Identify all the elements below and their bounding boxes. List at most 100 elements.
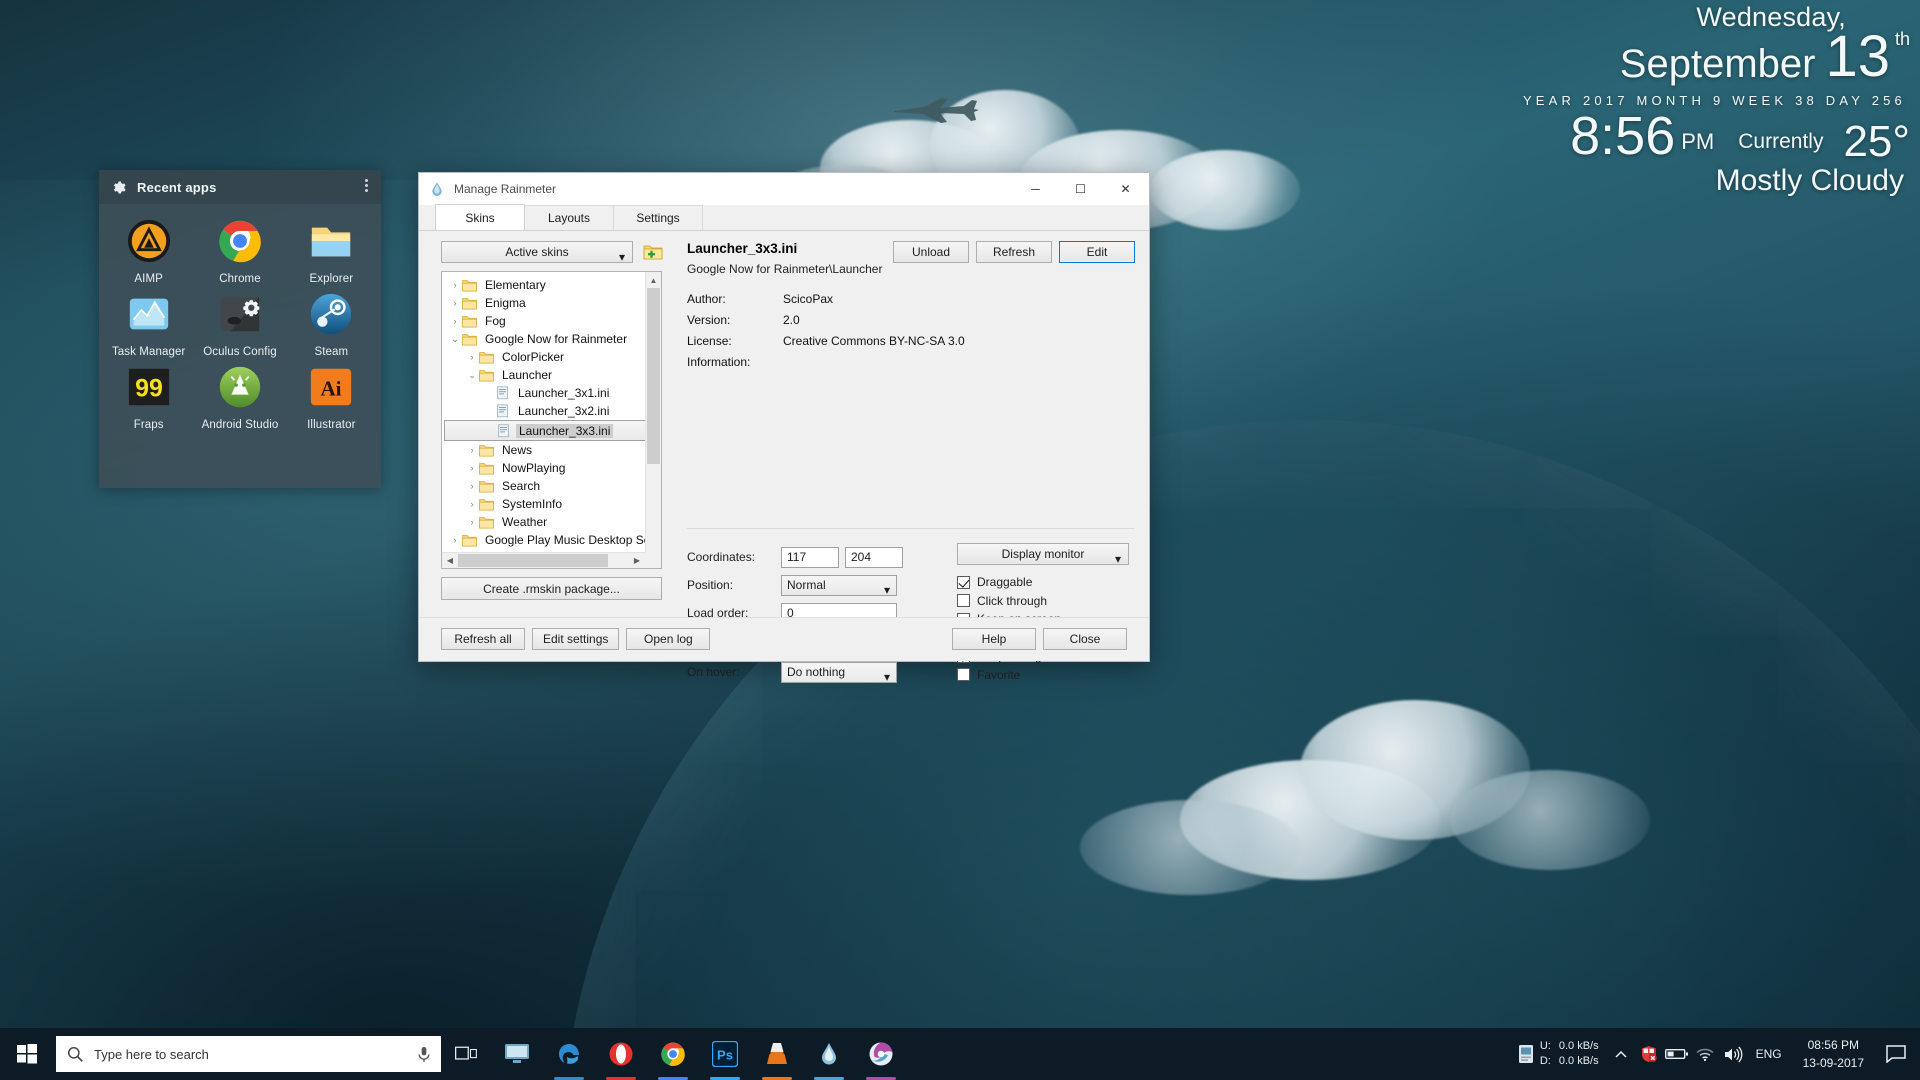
tree-expander-icon[interactable]: › xyxy=(448,535,462,545)
checkbox-favorite[interactable]: Favorite xyxy=(957,666,1129,685)
tree-expander-icon[interactable]: › xyxy=(465,445,479,455)
position-dropdown[interactable]: Normal ▾ xyxy=(781,574,897,597)
scrollbar-thumb[interactable] xyxy=(458,554,608,567)
on-hover-dropdown[interactable]: Do nothing ▾ xyxy=(781,661,897,684)
tree-expander-icon[interactable]: ⌄ xyxy=(465,370,479,381)
tree-item[interactable]: › Weather xyxy=(444,513,661,531)
skin-metadata-table: Author: ScicoPax Version: 2.0 License: C… xyxy=(687,288,1135,372)
display-monitor-button[interactable]: Display monitor ▾ xyxy=(957,543,1129,566)
tab-layouts[interactable]: Layouts xyxy=(524,205,614,230)
tree-item[interactable]: › Elementary xyxy=(444,276,661,294)
tree-expander-icon[interactable]: › xyxy=(448,298,462,308)
recent-app-chrome[interactable]: Chrome xyxy=(194,218,285,285)
microphone-icon[interactable] xyxy=(407,1046,441,1063)
tree-expander-icon[interactable]: › xyxy=(448,316,462,326)
scroll-right-icon[interactable]: ▶ xyxy=(629,556,645,565)
tree-item[interactable]: › News xyxy=(444,441,661,459)
maximize-button[interactable]: ☐ xyxy=(1058,173,1103,204)
tree-item[interactable]: › Google Play Music Desktop Song xyxy=(444,531,662,549)
scrollbar-thumb[interactable] xyxy=(647,288,660,464)
skin-filter-dropdown[interactable]: Active skins ▾ xyxy=(441,241,633,264)
start-button[interactable] xyxy=(0,1028,54,1080)
edit-settings-button[interactable]: Edit settings xyxy=(532,628,620,650)
tree-expander-icon[interactable]: › xyxy=(465,499,479,509)
tree-item[interactable]: › Search xyxy=(444,477,661,495)
refresh-button[interactable]: Refresh xyxy=(976,241,1052,263)
language-indicator[interactable]: ENG xyxy=(1747,1047,1791,1061)
skin-filter-value: Active skins xyxy=(505,245,569,259)
tab-settings[interactable]: Settings xyxy=(613,205,703,230)
tree-item[interactable]: Launcher_3x2.ini xyxy=(444,402,661,420)
coordinate-x-input[interactable]: 117 xyxy=(781,546,839,568)
tree-vertical-scrollbar[interactable]: ▲ xyxy=(645,272,661,552)
minimize-button[interactable]: ─ xyxy=(1013,173,1058,204)
close-dialog-button[interactable]: Close xyxy=(1043,628,1127,650)
taskbar-app-photoshop[interactable]: Ps xyxy=(699,1028,751,1080)
tree-item-label: Google Play Music Desktop Song xyxy=(485,533,662,547)
tree-expander-icon[interactable]: ⌄ xyxy=(448,334,462,345)
edit-button[interactable]: Edit xyxy=(1059,241,1135,263)
network-meter-icon[interactable] xyxy=(1512,1028,1540,1080)
tree-expander-icon[interactable]: › xyxy=(465,481,479,491)
task-view-button[interactable] xyxy=(441,1028,491,1080)
footer-right-buttons: Help Close xyxy=(952,628,1127,650)
recent-app-illustrator[interactable]: Ai Illustrator xyxy=(286,364,377,431)
open-log-button[interactable]: Open log xyxy=(626,628,711,650)
tree-item[interactable]: ⌄ Google Now for Rainmeter xyxy=(444,330,661,348)
taskbar-app-vlc[interactable] xyxy=(751,1028,803,1080)
search-input[interactable]: Type here to search xyxy=(94,1047,407,1062)
kebab-menu-icon[interactable] xyxy=(365,179,368,192)
tree-expander-icon[interactable]: › xyxy=(465,463,479,473)
refresh-all-button[interactable]: Refresh all xyxy=(441,628,525,650)
checkbox-click-through[interactable]: Click through xyxy=(957,592,1129,611)
tree-item[interactable]: › ColorPicker xyxy=(444,348,661,366)
tree-item[interactable]: › NowPlaying xyxy=(444,459,661,477)
tree-item[interactable]: ⌄ Launcher xyxy=(444,366,661,384)
tree-item[interactable]: Launcher_3x1.ini xyxy=(444,384,661,402)
taskbar-app-opera[interactable] xyxy=(595,1028,647,1080)
recent-app-aimp[interactable]: AIMP xyxy=(103,218,194,285)
window-titlebar[interactable]: Manage Rainmeter ─ ☐ ✕ xyxy=(419,173,1149,205)
action-center-button[interactable] xyxy=(1876,1028,1916,1080)
recent-app-oculus-config[interactable]: Oculus Config xyxy=(194,291,285,358)
tab-skins[interactable]: Skins xyxy=(435,204,525,230)
tree-item[interactable]: › Enigma xyxy=(444,294,661,312)
scroll-left-icon[interactable]: ◀ xyxy=(442,556,458,565)
show-hidden-icons-chevron-icon[interactable] xyxy=(1607,1028,1635,1080)
tree-item[interactable]: Launcher_3x3.ini xyxy=(444,420,661,441)
tree-expander-icon[interactable]: › xyxy=(465,517,479,527)
skin-tree[interactable]: › Elementary › Enigma › Fog ⌄ Google Now for Ra… xyxy=(441,271,662,569)
tree-item[interactable]: › Fog xyxy=(444,312,661,330)
create-rmskin-package-button[interactable]: Create .rmskin package... xyxy=(441,577,662,600)
wifi-icon[interactable] xyxy=(1691,1028,1719,1080)
tree-expander-icon[interactable]: › xyxy=(448,280,462,290)
new-skin-folder-icon[interactable] xyxy=(643,242,663,262)
help-button[interactable]: Help xyxy=(952,628,1036,650)
recent-app-task-manager[interactable]: Task Manager xyxy=(103,291,194,358)
checkbox-draggable[interactable]: Draggable xyxy=(957,573,1129,592)
tree-expander-icon[interactable]: › xyxy=(465,352,479,362)
clock[interactable]: 08:56 PM 13-09-2017 xyxy=(1791,1028,1876,1080)
coordinate-y-input[interactable]: 204 xyxy=(845,546,903,568)
close-button[interactable]: ✕ xyxy=(1103,173,1148,204)
taskbar-app-chrome[interactable] xyxy=(647,1028,699,1080)
taskbar-app-edge[interactable] xyxy=(543,1028,595,1080)
recent-app-steam[interactable]: Steam xyxy=(286,291,377,358)
taskbar-app-rainmeter[interactable] xyxy=(803,1028,855,1080)
recent-app-explorer[interactable]: Explorer xyxy=(286,218,377,285)
recent-app-fraps[interactable]: 99 Fraps xyxy=(103,364,194,431)
tree-item[interactable]: › SystemInfo xyxy=(444,495,661,513)
download-label: D: xyxy=(1539,1055,1551,1067)
tree-horizontal-scrollbar[interactable]: ◀ ▶ xyxy=(442,552,645,568)
recent-app-android-studio[interactable]: Android Studio xyxy=(194,364,285,431)
scroll-up-icon[interactable]: ▲ xyxy=(646,272,661,288)
recent-app-label: Task Manager xyxy=(111,346,186,358)
taskbar-app-paint-net[interactable] xyxy=(855,1028,907,1080)
security-shield-icon[interactable] xyxy=(1635,1028,1663,1080)
gear-icon[interactable] xyxy=(111,180,126,195)
unload-button[interactable]: Unload xyxy=(893,241,969,263)
battery-icon[interactable] xyxy=(1663,1028,1691,1080)
search-box[interactable]: Type here to search xyxy=(56,1036,441,1072)
volume-icon[interactable] xyxy=(1719,1028,1747,1080)
taskbar-app-desktop-peek[interactable] xyxy=(491,1028,543,1080)
